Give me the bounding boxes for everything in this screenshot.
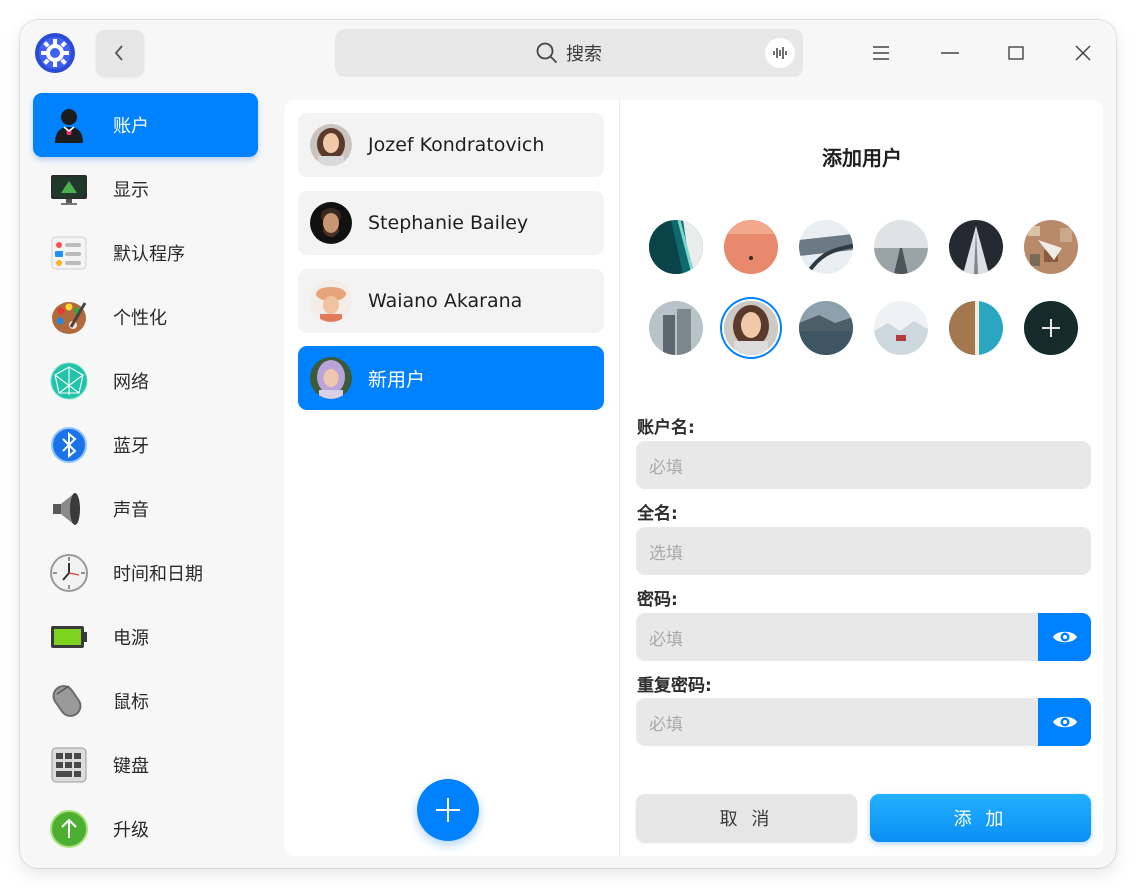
user-list-item-selected[interactable]: 新用户: [298, 346, 604, 410]
repeat-password-field[interactable]: 必填: [636, 698, 1038, 746]
sidebar-item-label: 蓝牙: [113, 436, 149, 457]
plus-icon: [436, 798, 460, 822]
sidebar-item-keyboard[interactable]: 键盘: [33, 733, 258, 797]
minimize-icon: [941, 52, 959, 54]
avatar-option-selected[interactable]: [724, 301, 778, 355]
personalization-icon: [47, 295, 91, 339]
close-button[interactable]: [1068, 38, 1098, 68]
sidebar-item-account[interactable]: 账户: [33, 93, 258, 157]
add-user-button[interactable]: [417, 779, 479, 841]
title-bar: 搜索: [20, 20, 1116, 86]
avatar: [310, 357, 352, 399]
password-label: 密码:: [637, 590, 678, 610]
form-title: 添加用户: [822, 146, 902, 170]
user-list-item[interactable]: Waiano Akarana: [298, 269, 604, 333]
password-field[interactable]: 必填: [636, 613, 1038, 661]
avatar-option[interactable]: [724, 220, 778, 274]
add-button[interactable]: 添 加: [870, 794, 1091, 842]
add-user-form: 添加用户 账户名: 必填 全名: 选填 密码: 必填 重复密码: 必填 取 消 …: [621, 100, 1103, 856]
user-name: 新用户: [368, 368, 426, 391]
battery-icon: [47, 615, 91, 659]
sidebar: 账户 显示 默认程序 个性化 网络 蓝牙 声音 时间和日期 电源 鼠标 键盘 升…: [20, 86, 270, 868]
account-icon: [47, 103, 91, 147]
user-list-item[interactable]: Jozef Kondratovich: [298, 113, 604, 177]
sidebar-item-label: 默认程序: [113, 244, 185, 265]
sidebar-item-power[interactable]: 电源: [33, 605, 258, 669]
account-name-field[interactable]: 必填: [636, 441, 1091, 489]
sidebar-item-label: 账户: [113, 116, 149, 137]
avatar-upload-button[interactable]: [1024, 301, 1078, 355]
sidebar-item-label: 电源: [113, 628, 149, 649]
menu-button[interactable]: [866, 38, 896, 68]
user-list-item[interactable]: Stephanie Bailey: [298, 191, 604, 255]
sidebar-item-label: 键盘: [113, 756, 149, 777]
eye-icon: [1052, 631, 1077, 643]
chevron-left-icon: [114, 45, 123, 61]
full-name-label: 全名:: [637, 504, 678, 524]
app-logo-icon: [34, 32, 76, 74]
sidebar-item-network[interactable]: 网络: [33, 349, 258, 413]
default-apps-icon: [47, 231, 91, 275]
sidebar-item-label: 声音: [113, 500, 149, 521]
avatar-option[interactable]: [649, 220, 703, 274]
sidebar-item-datetime[interactable]: 时间和日期: [33, 541, 258, 605]
sidebar-item-label: 个性化: [113, 308, 167, 329]
menu-icon: [873, 46, 889, 60]
maximize-icon: [1008, 46, 1024, 60]
sidebar-item-sound[interactable]: 声音: [33, 477, 258, 541]
sidebar-item-mouse[interactable]: 鼠标: [33, 669, 258, 733]
show-repeat-password-button[interactable]: [1038, 698, 1091, 746]
voice-input-button[interactable]: [765, 38, 795, 68]
avatar-option[interactable]: [874, 220, 928, 274]
sidebar-item-bluetooth[interactable]: 蓝牙: [33, 413, 258, 477]
keyboard-icon: [47, 743, 91, 787]
avatar: [310, 124, 352, 166]
sidebar-item-label: 显示: [113, 180, 149, 201]
avatar-option[interactable]: [949, 301, 1003, 355]
sidebar-item-default-apps[interactable]: 默认程序: [33, 221, 258, 285]
avatar-option[interactable]: [649, 301, 703, 355]
sound-icon: [47, 487, 91, 531]
search-input[interactable]: 搜索: [335, 29, 803, 77]
user-name: Waiano Akarana: [368, 290, 523, 312]
sidebar-item-label: 鼠标: [113, 692, 149, 713]
bluetooth-icon: [47, 423, 91, 467]
avatar-option[interactable]: [799, 301, 853, 355]
account-name-label: 账户名:: [637, 418, 695, 438]
mouse-icon: [47, 679, 91, 723]
cancel-button[interactable]: 取 消: [636, 794, 857, 842]
sidebar-item-label: 网络: [113, 372, 149, 393]
search-placeholder: 搜索: [566, 44, 602, 65]
update-icon: [47, 807, 91, 851]
full-name-field[interactable]: 选填: [636, 527, 1091, 575]
voice-icon: [773, 47, 787, 59]
back-button[interactable]: [96, 30, 144, 76]
user-list: Jozef Kondratovich Stephanie Bailey Waia…: [284, 100, 620, 856]
display-icon: [47, 167, 91, 211]
maximize-button[interactable]: [1001, 38, 1031, 68]
avatar-option[interactable]: [874, 301, 928, 355]
minimize-button[interactable]: [935, 38, 965, 68]
sidebar-item-display[interactable]: 显示: [33, 157, 258, 221]
user-name: Stephanie Bailey: [368, 212, 529, 234]
sidebar-item-personalization[interactable]: 个性化: [33, 285, 258, 349]
avatar-option[interactable]: [1024, 220, 1078, 274]
show-password-button[interactable]: [1038, 613, 1091, 661]
avatar-option[interactable]: [799, 220, 853, 274]
close-icon: [1075, 45, 1091, 61]
clock-icon: [47, 551, 91, 595]
repeat-password-label: 重复密码:: [637, 676, 712, 696]
eye-icon: [1052, 716, 1077, 728]
avatar: [310, 280, 352, 322]
settings-window: 搜索 账户 显示 默认程序 个性化 网络 蓝牙 声音 时间和日期 电源 鼠标 键…: [20, 20, 1116, 868]
user-name: Jozef Kondratovich: [368, 134, 545, 156]
content-panel: Jozef Kondratovich Stephanie Bailey Waia…: [284, 100, 1103, 856]
network-icon: [47, 359, 91, 403]
avatar-option[interactable]: [949, 220, 1003, 274]
sidebar-item-label: 升级: [113, 820, 149, 841]
search-icon: [536, 42, 558, 64]
sidebar-item-update[interactable]: 升级: [33, 797, 258, 861]
avatar: [310, 202, 352, 244]
sidebar-item-label: 时间和日期: [113, 564, 203, 585]
